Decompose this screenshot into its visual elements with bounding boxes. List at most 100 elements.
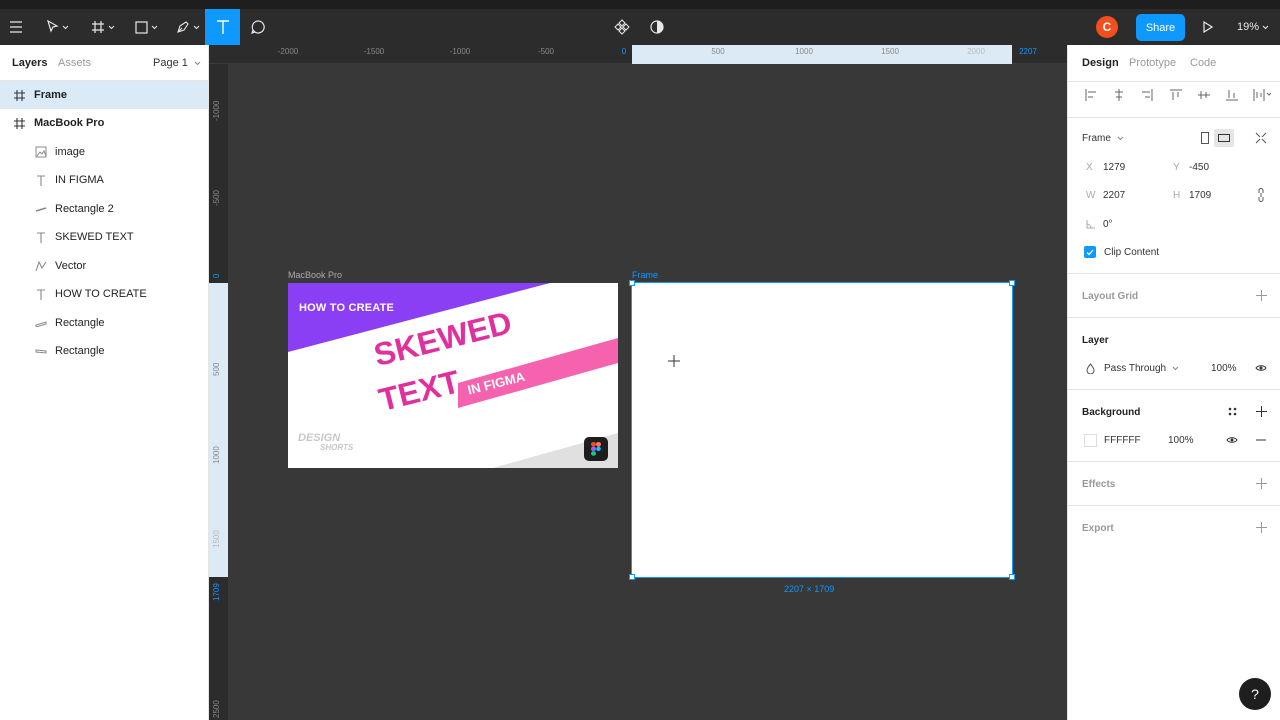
remove-background-icon[interactable] [1255, 435, 1267, 445]
tab-assets[interactable]: Assets [58, 57, 91, 69]
rectangle-icon [34, 316, 48, 330]
add-background-icon[interactable] [1255, 405, 1267, 417]
layer-rectangle-2[interactable]: Rectangle 2 [0, 195, 208, 223]
canvas[interactable]: MacBook Pro HOW TO CREATE SKEWED TEXT IN… [228, 64, 1067, 720]
blend-mode-icon [1084, 362, 1096, 374]
share-button[interactable]: Share [1136, 14, 1185, 41]
main-menu-icon[interactable] [4, 9, 28, 45]
background-hex-input[interactable]: FFFFFF [1104, 435, 1141, 446]
zoom-value: 19% [1237, 21, 1260, 33]
layer-label: Rectangle [55, 317, 105, 329]
frame-preset-dropdown[interactable]: Frame [1082, 133, 1124, 144]
y-input[interactable]: -450 [1189, 162, 1209, 173]
macbook-frame-label[interactable]: MacBook Pro [288, 270, 342, 280]
tab-layers[interactable]: Layers [12, 57, 47, 69]
constrain-proportions-icon[interactable] [1255, 187, 1267, 203]
align-top-icon[interactable] [1169, 88, 1183, 102]
divider [1068, 273, 1280, 274]
layer-rectangle[interactable]: Rectangle [0, 309, 208, 337]
move-tool-button[interactable] [40, 9, 76, 45]
rotation-input[interactable]: 0° [1103, 219, 1113, 230]
layer-label: MacBook Pro [34, 117, 105, 129]
divider [1068, 81, 1280, 82]
w-label: W [1086, 190, 1096, 201]
export-heading: Export [1082, 523, 1114, 534]
layer-how-to-create[interactable]: HOW TO CREATE [0, 280, 208, 308]
resize-handle-bottom-right[interactable] [1009, 574, 1015, 580]
layer-label: SKEWED TEXT [55, 231, 134, 243]
rectangle-icon [134, 20, 148, 34]
h-input[interactable]: 1709 [1189, 190, 1211, 201]
zoom-dropdown[interactable]: 19% [1237, 9, 1269, 45]
tab-code[interactable]: Code [1190, 57, 1216, 69]
blend-mode-dropdown[interactable]: Pass Through [1104, 363, 1179, 374]
ruler-label: -1000 [449, 47, 471, 56]
landscape-orientation-icon[interactable] [1214, 129, 1234, 147]
help-button[interactable]: ? [1239, 678, 1271, 710]
thumb-watermark: DESIGN SHORTS [298, 433, 353, 453]
layer-in-figma[interactable]: IN FIGMA [0, 166, 208, 194]
layer-label: IN FIGMA [55, 174, 104, 186]
ruler-label: 1500 [212, 530, 221, 548]
frame-icon [92, 21, 104, 33]
w-input[interactable]: 2207 [1103, 190, 1125, 201]
layer-label: Rectangle 2 [55, 203, 114, 215]
ruler-label: 500 [212, 362, 221, 376]
figma-editor: C Share 19% Layers Assets Page 1 Frame M… [0, 0, 1280, 720]
layer-vector[interactable]: Vector [0, 252, 208, 280]
x-input[interactable]: 1279 [1103, 162, 1125, 173]
layer-rectangle[interactable]: Rectangle [0, 337, 208, 365]
portrait-orientation-icon[interactable] [1199, 131, 1211, 145]
frame-icon [12, 116, 26, 130]
resize-handle-top-right[interactable] [1009, 280, 1015, 286]
layer-image[interactable]: image [0, 138, 208, 166]
page-selector[interactable]: Page 1 [153, 57, 201, 69]
shape-tool-button[interactable] [128, 9, 164, 45]
align-vertical-center-icon[interactable] [1197, 88, 1211, 102]
ruler-label: -1500 [363, 47, 385, 56]
user-avatar[interactable]: C [1096, 16, 1118, 38]
add-effect-icon[interactable] [1255, 477, 1267, 489]
resize-handle-bottom-left[interactable] [629, 574, 635, 580]
align-right-icon[interactable] [1140, 88, 1154, 102]
text-icon [34, 230, 48, 244]
layer-skewed-text[interactable]: SKEWED TEXT [0, 223, 208, 251]
align-left-icon[interactable] [1084, 88, 1098, 102]
components-button[interactable] [612, 9, 632, 45]
present-button[interactable] [1198, 9, 1218, 45]
layer-label: HOW TO CREATE [55, 288, 147, 300]
macbook-pro-frame[interactable]: HOW TO CREATE SKEWED TEXT IN FIGMA DESIG… [288, 283, 618, 468]
eye-icon[interactable] [1254, 362, 1268, 374]
theme-toggle-button[interactable] [647, 9, 667, 45]
divider [1068, 389, 1280, 390]
eye-icon[interactable] [1225, 434, 1239, 446]
frame-label[interactable]: Frame [632, 270, 658, 280]
text-tool-button[interactable] [205, 9, 240, 45]
effects-heading: Effects [1082, 479, 1116, 490]
clip-content-checkbox[interactable] [1084, 246, 1096, 258]
layer-macbook-pro[interactable]: MacBook Pro [0, 109, 208, 137]
selected-frame[interactable] [631, 282, 1013, 578]
pen-tool-button[interactable] [170, 9, 206, 45]
align-bottom-icon[interactable] [1225, 88, 1239, 102]
chevron-down-icon [108, 25, 115, 29]
rotation-icon [1085, 219, 1095, 229]
align-horizontal-center-icon[interactable] [1112, 88, 1126, 102]
background-color-swatch[interactable] [1084, 434, 1097, 447]
distribute-icon[interactable] [1252, 88, 1272, 102]
layer-label: Frame [34, 89, 68, 101]
comment-tool-button[interactable] [246, 9, 270, 45]
resize-to-fit-icon[interactable] [1254, 131, 1268, 145]
styles-icon[interactable] [1226, 405, 1238, 417]
resize-handle-top-left[interactable] [629, 280, 635, 286]
frame-tool-button[interactable] [85, 9, 121, 45]
background-opacity-input[interactable]: 100% [1168, 435, 1194, 446]
layer-opacity-input[interactable]: 100% [1211, 363, 1237, 374]
add-layout-grid-icon[interactable] [1255, 289, 1267, 301]
tab-design[interactable]: Design [1082, 57, 1119, 69]
layer-label: image [55, 146, 85, 158]
tab-prototype[interactable]: Prototype [1129, 57, 1176, 69]
layer-frame[interactable]: Frame [0, 81, 208, 109]
add-export-icon[interactable] [1255, 521, 1267, 533]
clip-content-label[interactable]: Clip Content [1104, 247, 1159, 258]
